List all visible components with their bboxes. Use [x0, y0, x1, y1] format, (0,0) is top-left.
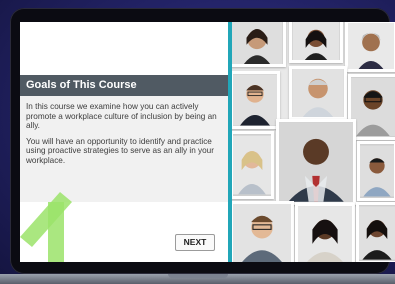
arrow-icon — [20, 192, 72, 262]
portrait-woman-3 — [345, 22, 395, 72]
portrait-man-6 — [232, 201, 294, 262]
portrait-man-4 — [276, 119, 356, 205]
portrait-man-1 — [232, 71, 280, 129]
portrait-woman-6 — [356, 202, 395, 262]
course-title: Goals of This Course — [20, 75, 228, 96]
portrait-man-5 — [357, 141, 395, 201]
portrait-woman-1 — [232, 22, 286, 67]
next-button[interactable]: NEXT — [175, 234, 215, 251]
laptop-notch — [168, 274, 228, 278]
course-paragraph-2: You will have an opportunity to identify… — [26, 136, 214, 165]
portrait-woman-2 — [289, 22, 343, 63]
portrait-man-2 — [289, 66, 347, 120]
portrait-woman-5 — [295, 203, 355, 262]
course-slide: Goals of This Course In this course we e… — [20, 22, 228, 262]
photo-collage — [232, 22, 395, 262]
portrait-woman-4 — [232, 131, 274, 199]
course-paragraph-1: In this course we examine how you can ac… — [26, 102, 217, 131]
